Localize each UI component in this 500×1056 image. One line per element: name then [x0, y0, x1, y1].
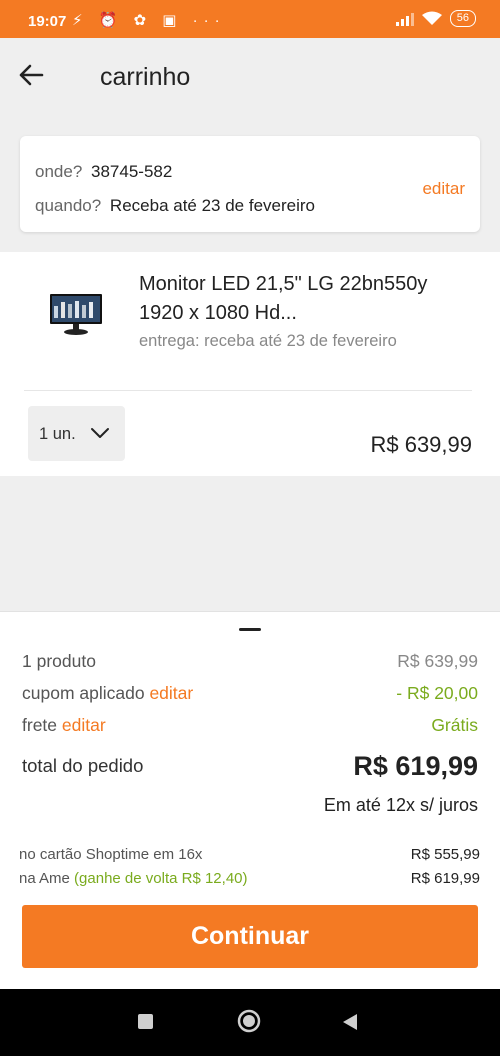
status-bar: 19:07 ⚡ ⏰ ✿ ▣ ··· 56 [0, 0, 500, 38]
page-title: carrinho [100, 63, 191, 91]
system-nav-bar [0, 989, 500, 1056]
product-image[interactable] [48, 292, 104, 338]
where-label: onde? [35, 162, 83, 181]
products-label: 1 produto [22, 651, 96, 671]
shipping-label: frete [22, 715, 58, 735]
status-right: 56 [395, 10, 476, 27]
address-where-row: onde? 38745-582 [35, 162, 172, 182]
ame-label: na Ame [19, 870, 70, 887]
cart-item: Monitor LED 21,5" LG 22bn550y 1920 x 108… [0, 252, 500, 476]
battery-icon: 56 [449, 10, 476, 27]
edit-shipping-link[interactable]: editar [62, 715, 106, 735]
app-header: carrinho [0, 38, 500, 116]
edit-coupon-link[interactable]: editar [149, 683, 193, 703]
quantity-select[interactable]: 1 un. [28, 406, 125, 461]
shipping-row: frete editar Grátis [22, 715, 478, 739]
nav-back-triangle-icon[interactable] [342, 1013, 358, 1031]
coupon-label: cupom aplicado [22, 683, 145, 703]
arrow-left-icon[interactable] [18, 62, 44, 88]
chevron-down-icon [91, 428, 109, 438]
recents-square-icon[interactable] [138, 1014, 153, 1029]
when-label: quando? [35, 196, 102, 215]
continue-button[interactable]: Continuar [22, 905, 478, 968]
shipping-label-group: frete editar [22, 715, 106, 736]
ame-payment-row: na Ame (ganhe de volta R$ 12,40) R$ 619,… [19, 870, 480, 890]
notification-icons: ⚡ ⏰ ✿ ▣ ··· [72, 12, 226, 29]
installments-text: Em até 12x s/ juros [323, 795, 478, 815]
ame-value: R$ 619,99 [410, 870, 480, 887]
card-label: no cartão Shoptime em 16x [19, 846, 203, 863]
item-price: R$ 639,99 [370, 432, 472, 457]
total-value: R$ 619,99 [353, 751, 478, 781]
card-value: R$ 555,99 [410, 846, 480, 863]
home-circle-icon[interactable] [237, 1009, 261, 1033]
products-value: R$ 639,99 [397, 651, 478, 671]
address-when-row: quando? Receba até 23 de fevereiro [35, 196, 315, 216]
address-card: onde? 38745-582 quando? Receba até 23 de… [20, 136, 480, 232]
products-row: 1 produto R$ 639,99 [22, 651, 478, 675]
coupon-value: - R$ 20,00 [396, 683, 478, 703]
status-time: 19:07 [28, 13, 67, 30]
order-summary-panel: 1 produto R$ 639,99 cupom aplicado edita… [0, 611, 500, 990]
when-value: Receba até 23 de fevereiro [109, 196, 316, 215]
shipping-value: Grátis [431, 715, 478, 735]
product-name[interactable]: Monitor LED 21,5" LG 22bn550y 1920 x 108… [139, 270, 469, 328]
divider [24, 390, 472, 391]
edit-address-link[interactable]: editar [422, 179, 465, 199]
coupon-row: cupom aplicado editar - R$ 20,00 [22, 683, 478, 707]
product-delivery: entrega: receba até 23 de fevereiro [139, 332, 397, 350]
quantity-value: 1 un. [39, 425, 76, 443]
ame-cashback: (ganhe de volta R$ 12,40) [74, 870, 248, 887]
coupon-label-group: cupom aplicado editar [22, 683, 193, 704]
wifi-icon [421, 11, 442, 25]
card-payment-row: no cartão Shoptime em 16x R$ 555,99 [19, 846, 480, 866]
total-label: total do pedido [22, 755, 144, 776]
drag-handle[interactable] [239, 628, 261, 631]
signal-icon [395, 12, 414, 26]
where-value: 38745-582 [91, 162, 173, 181]
